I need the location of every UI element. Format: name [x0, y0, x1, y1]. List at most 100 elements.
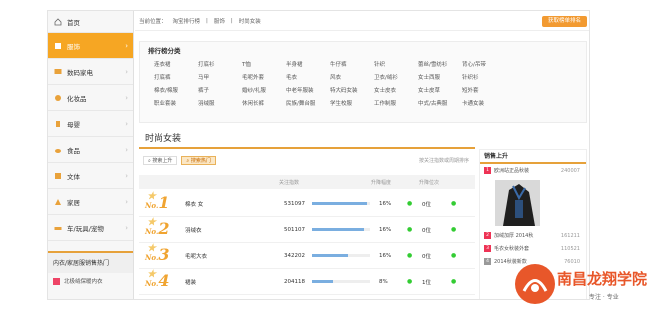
item-name: 加绒加厚 2014秋 — [494, 233, 534, 239]
sidebar-item-home-goods[interactable]: 家居 › — [48, 189, 133, 215]
up-arrow-icon: ● — [407, 226, 413, 233]
attention-bar-fill — [312, 254, 348, 257]
get-ranking-button[interactable]: 获取榜单排名 — [541, 16, 587, 27]
device-icon — [54, 68, 62, 76]
chevron-right-icon: › — [125, 224, 128, 232]
attention-bar-fill — [312, 202, 368, 205]
sidebar-item-label: 家居 — [67, 198, 80, 207]
rank-number: 1 — [158, 193, 170, 212]
rank-label: ★ No.2 — [145, 217, 170, 238]
table-row[interactable]: ★ No.3 毛呢大衣 342202 16% ● 0位 ● — [139, 243, 475, 269]
category-link[interactable]: 民族/舞台服 — [286, 99, 330, 107]
category-link[interactable]: 羽绒服 — [198, 99, 242, 107]
home-goods-icon — [54, 198, 62, 206]
filter-search-rising[interactable]: ⌕ 搜索上升 — [143, 155, 178, 165]
category-link[interactable]: 休闲长裤 — [242, 99, 286, 107]
table-header: 关注指数 升降幅度 升降位次 — [139, 175, 475, 189]
sidebar-item-food[interactable]: 食品 › — [48, 137, 133, 163]
chevron-right-icon: › — [125, 94, 128, 102]
breadcrumb-link[interactable]: 服饰 — [214, 17, 225, 25]
category-link[interactable]: 半身裙 — [286, 60, 330, 68]
category-link[interactable]: 工作制服 — [374, 99, 418, 107]
sidebar-item-electronics[interactable]: 数码家电 › — [48, 59, 133, 85]
category-link[interactable]: 打底裤 — [154, 73, 198, 81]
category-link[interactable]: 针织衫 — [462, 73, 506, 81]
sidebar-item-apparel[interactable]: 服饰 › — [48, 33, 133, 59]
item-name: 毛衣女秋装外套 — [494, 246, 530, 252]
rank-badge: 4 — [484, 258, 491, 265]
category-link[interactable]: 职业套装 — [154, 99, 198, 107]
category-link[interactable]: 中式/古典服 — [418, 99, 462, 107]
table-row[interactable]: ★ No.4 裙装 204118 8% ● 1位 ● — [139, 269, 475, 295]
category-link[interactable]: 牛仔裤 — [330, 60, 374, 68]
category-link[interactable]: 学生校服 — [330, 99, 374, 107]
category-link[interactable]: 蕾丝/雪纺衫 — [418, 60, 462, 68]
sidebar-item-home[interactable]: 首页 — [48, 11, 133, 33]
sidebar-item-baby[interactable]: 母婴 › — [48, 111, 133, 137]
list-item[interactable]: 3 毛衣女秋装外套 110521 — [480, 242, 586, 255]
item-value: 240007 — [560, 167, 580, 174]
watermark-text: 南昌龙翔学院 — [557, 270, 648, 288]
attention-score: 531097 — [284, 200, 305, 207]
category-link[interactable]: 背心/吊带 — [462, 60, 506, 68]
category-link[interactable]: 裤子 — [198, 86, 242, 94]
rank-label: ★ No.4 — [145, 269, 170, 290]
category-link[interactable]: 毛衣 — [286, 73, 330, 81]
filter-search-hot[interactable]: ⌕ 搜索热门 — [181, 155, 216, 165]
category-link[interactable]: 打底衫 — [198, 60, 242, 68]
baby-icon — [54, 120, 62, 128]
rank-label: ★ No.1 — [145, 191, 170, 212]
car-icon — [54, 224, 62, 232]
breadcrumb-link[interactable]: 淘宝排行榜 — [173, 17, 201, 25]
category-link[interactable]: 卫衣/绒衫 — [374, 73, 418, 81]
category-link[interactable]: 女士皮衣 — [374, 86, 418, 94]
table-row[interactable]: ★ No.1 棉衣 女 531097 16% ● 0位 ● — [139, 191, 475, 217]
sidebar-item-label: 母婴 — [67, 120, 80, 129]
column-header: 升降幅度 — [371, 179, 392, 186]
product-name[interactable]: 羽绒衣 — [185, 226, 202, 234]
category-link[interactable]: 棉衣/棉服 — [154, 86, 198, 94]
product-name[interactable]: 棉衣 女 — [185, 200, 203, 208]
rank-badge: 3 — [484, 245, 491, 252]
product-name[interactable]: 裙装 — [185, 278, 196, 286]
category-grid: 连衣裙 打底衫 T恤 半身裙 牛仔裤 针织 蕾丝/雪纺衫 背心/吊带打底裤 马甲 毛呢外套 毛衣 风衣… — [148, 60, 578, 107]
sidebar-item-sports[interactable]: 文体 › — [48, 163, 133, 189]
sports-icon — [54, 172, 62, 180]
category-link[interactable]: 短外套 — [462, 86, 506, 94]
category-link[interactable]: 毛呢外套 — [242, 73, 286, 81]
table-row[interactable]: ★ No.2 羽绒衣 501107 16% ● 0位 ● — [139, 217, 475, 243]
category-link[interactable]: 特大码女装 — [330, 86, 374, 94]
attention-score: 501107 — [284, 226, 305, 233]
category-link[interactable]: 女士皮草 — [418, 86, 462, 94]
product-image[interactable] — [495, 180, 540, 226]
category-link[interactable]: 连衣裙 — [154, 60, 198, 68]
change-percent: 16% — [379, 226, 392, 233]
chevron-right-icon: › — [125, 42, 128, 50]
filter-label: 搜索热门 — [190, 157, 211, 164]
chevron-right-icon: › — [125, 120, 128, 128]
sidebar-item-cosmetics[interactable]: 化妆品 › — [48, 85, 133, 111]
category-link[interactable]: T恤 — [242, 60, 286, 68]
column-header: 升降位次 — [419, 179, 440, 186]
list-item[interactable]: 1 欧洲站正品秋装 240007 — [480, 164, 586, 177]
category-link[interactable]: 针织 — [374, 60, 418, 68]
category-link[interactable]: 女士西服 — [418, 73, 462, 81]
sidebar-item-label: 首页 — [67, 18, 80, 27]
breadcrumb: 当前位置： 淘宝排行榜 | 服饰 | 时尚女装 — [135, 11, 589, 31]
category-link[interactable]: 马甲 — [198, 73, 242, 81]
sidebar-sub-item[interactable]: 北极绒保暖内衣 — [48, 273, 133, 289]
category-link[interactable]: 卡通女装 — [462, 99, 506, 107]
sidebar-item-label: 车/玩具/宠物 — [67, 224, 104, 233]
category-link[interactable]: 中老年服装 — [286, 86, 330, 94]
category-link[interactable]: 风衣 — [330, 73, 374, 81]
attention-bar-fill — [312, 228, 365, 231]
sidebar-item-label: 化妆品 — [67, 94, 87, 103]
list-item[interactable]: 2 加绒加厚 2014秋 161211 — [480, 229, 586, 242]
product-name[interactable]: 毛呢大衣 — [185, 252, 207, 260]
rank-badge: 2 — [484, 232, 491, 239]
category-panel-title: 排行榜分类 — [148, 47, 181, 55]
watermark-logo-icon — [515, 264, 555, 304]
sort-note[interactable]: 按关注指数或周期排序 — [419, 157, 469, 164]
category-link[interactable]: 婚纱/礼服 — [242, 86, 286, 94]
sidebar-item-car-toys-pets[interactable]: 车/玩具/宠物 › — [48, 215, 133, 241]
